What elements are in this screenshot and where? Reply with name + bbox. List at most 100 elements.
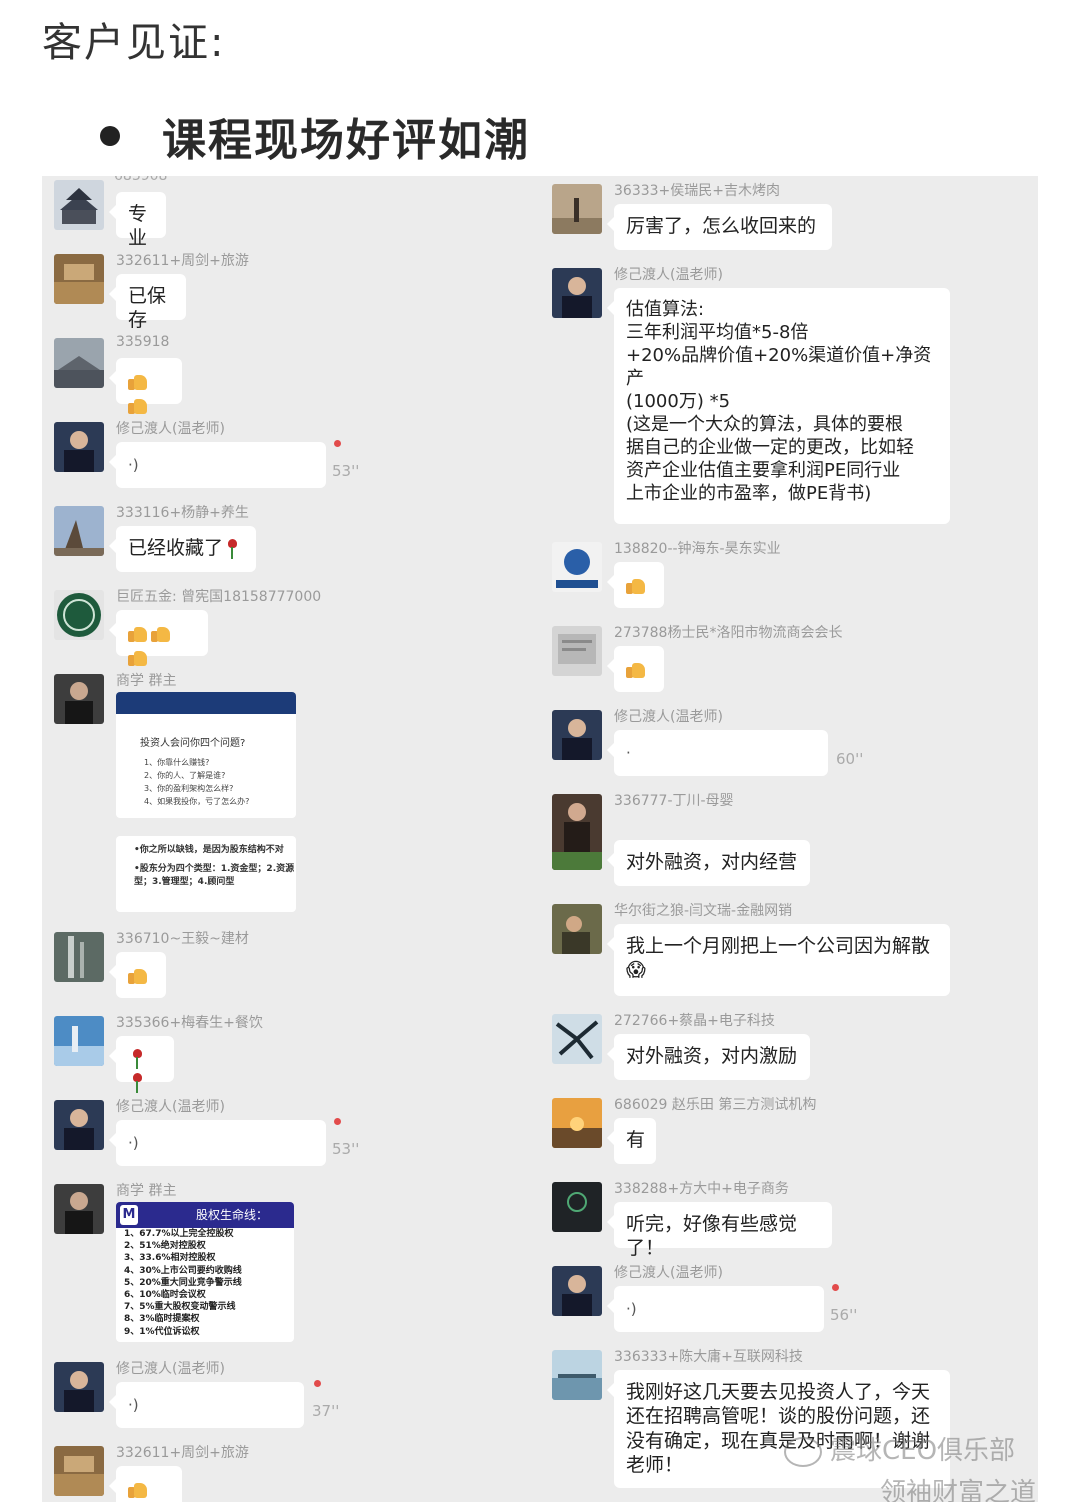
voice-message-bubble[interactable]: · [607, 730, 828, 776]
sender-name: 336710~王毅~建材 [116, 931, 249, 947]
voice-message-bubble[interactable]: ·) [109, 1382, 304, 1428]
message-bubble[interactable] [109, 1466, 182, 1502]
message-text: 对外融资，对内经营 [626, 851, 798, 873]
unread-dot-icon [314, 1380, 321, 1387]
avatar[interactable] [54, 1100, 104, 1150]
message-line: 资产企业估值主要拿利润PE同行业 [626, 460, 901, 482]
sender-name: 138820--钟海东-昊东实业 [614, 541, 781, 557]
message-line: (这是一个大众的算法，具体的要根 [626, 414, 904, 436]
thumbs-up-icon [128, 372, 148, 390]
sender-name: 335366+梅春生+餐饮 [116, 1015, 263, 1031]
message-bubble[interactable] [109, 952, 166, 998]
sender-name: 修己渡人(温老师) [614, 709, 723, 725]
avatar[interactable] [552, 268, 602, 318]
sender-name: 272766+蔡晶+电子科技 [614, 1013, 775, 1029]
message-bubble[interactable] [607, 562, 664, 608]
sender-name: 修己渡人(温老师) [614, 267, 723, 283]
message-line: 三年利润平均值*5-8倍 [626, 322, 809, 344]
message-line: +20%品牌价值+20%渠道价值+净资 [626, 345, 932, 367]
avatar[interactable] [54, 1016, 104, 1066]
avatar[interactable] [552, 710, 602, 760]
message-bubble[interactable] [607, 646, 664, 692]
sender-name: 巨匠五金: 曾宪国18158777000 [116, 589, 322, 605]
voice-wave-icon: ·) [128, 1396, 139, 1414]
image-message-slide[interactable]: •你之所以缺钱，是因为股东结构不对 •股东分为四个类型：1.资金型；2.资源型；… [116, 836, 296, 912]
message-text: 厉害了，怎么收回来的 [626, 215, 817, 237]
voice-message-bubble[interactable]: ·) [109, 442, 326, 488]
message-bubble[interactable]: 已保存 [109, 274, 186, 331]
image-message-slide[interactable]: 投资人会问你四个问题? 1、你靠什么赚钱? 2、你的人、了解是谁? 3、你的盈利… [116, 692, 296, 818]
avatar[interactable] [54, 1362, 104, 1412]
message-bubble[interactable]: 已经收藏了 [109, 526, 256, 572]
message-bubble[interactable] [109, 610, 208, 666]
message-bubble[interactable]: 有 [607, 1118, 656, 1164]
avatar[interactable] [552, 542, 602, 592]
equity-title: 股权生命线： [196, 1208, 269, 1222]
avatar[interactable] [54, 254, 104, 304]
sender-name: 686029 赵乐田 第三方测试机构 [614, 1097, 817, 1113]
bullet-row: 课程现场好评如潮 [100, 104, 530, 168]
slide-item: 1、你靠什么赚钱? [144, 758, 210, 767]
voice-duration: 56'' [830, 1306, 858, 1324]
avatar[interactable] [54, 422, 104, 472]
sender-name: 338288+方大中+电子商务 [614, 1181, 789, 1197]
avatar[interactable] [552, 794, 602, 870]
sender-name: 336333+陈大庸+互联网科技 [614, 1349, 803, 1365]
slide-item: •股东分为四个类型：1.资金型；2.资源型；3.管理型；4.顾问型 [134, 864, 295, 887]
equity-header: M 股权生命线： [116, 1202, 294, 1228]
equity-item: 4、30%上市公司要约收购线 [124, 1265, 242, 1276]
sender-name: 修己渡人(温老师) [116, 1099, 225, 1115]
voice-message-bubble[interactable]: ·) [109, 1120, 326, 1166]
sender-name: 273788杨士民*洛阳市物流商会会长 [614, 625, 843, 641]
equity-item: 1、67.7%以上完全控股权 [124, 1229, 234, 1239]
avatar[interactable] [54, 674, 104, 724]
avatar[interactable] [552, 1182, 602, 1232]
watermark-line1: 震球CEO俱乐部 [784, 1430, 1015, 1467]
avatar[interactable] [552, 184, 602, 234]
avatar[interactable] [54, 506, 104, 556]
unread-dot-icon [334, 440, 341, 447]
avatar[interactable] [54, 180, 104, 230]
watermark-text: 震球CEO俱乐部 [830, 1436, 1016, 1466]
image-message-equity-chart[interactable]: M 股权生命线： 1、67.7%以上完全控股权 2、51%绝对控股权 3、33.… [116, 1202, 294, 1342]
avatar[interactable] [54, 932, 104, 982]
message-bubble[interactable] [109, 1036, 174, 1093]
page-heading: 客户见证: [42, 20, 226, 66]
message-bubble[interactable]: 听完，好像有些感觉了！ [607, 1202, 832, 1259]
sender-name: 336777-丁川-母婴 [614, 793, 734, 809]
rose-icon [227, 538, 238, 559]
avatar[interactable] [552, 626, 602, 676]
message-line: (1000万) *5 [626, 391, 731, 413]
message-bubble[interactable]: 厉害了，怎么收回来的 [607, 204, 832, 250]
message-bubble[interactable]: 估值算法: 三年利润平均值*5-8倍 +20%品牌价值+20%渠道价值+净资 产… [607, 288, 950, 524]
voice-wave-icon: · [626, 744, 631, 762]
equity-item: 5、20%重大同业竞争警示线 [124, 1277, 242, 1288]
slide-title: 投资人会问你四个问题? [140, 738, 246, 749]
equity-item: 8、3%临时提案权 [124, 1314, 200, 1325]
message-bubble[interactable]: 专业 [109, 192, 166, 249]
thumbs-up-icon [128, 966, 148, 984]
message-text: 已保存 [128, 285, 167, 332]
avatar[interactable] [552, 1098, 602, 1148]
avatar[interactable] [552, 1266, 602, 1316]
message-bubble[interactable]: 我刚好这几天要去见投资人了，今天 还在招聘高管呢！谈的股份问题，还 没有确定，现… [607, 1370, 950, 1488]
avatar[interactable] [552, 904, 602, 954]
voice-duration: 60'' [836, 750, 864, 768]
sender-name: 修己渡人(温老师) [614, 1265, 723, 1281]
sender-name: 332611+周剑+旅游 [116, 253, 249, 269]
voice-message-bubble[interactable]: ·) [607, 1286, 824, 1332]
thumbs-up-icon [128, 624, 148, 642]
avatar[interactable] [54, 338, 104, 388]
message-bubble[interactable]: 对外融资，对内激励 [607, 1034, 810, 1080]
avatar[interactable] [54, 1446, 104, 1496]
message-bubble[interactable] [109, 358, 182, 414]
message-line: 我上一个月刚把上一个公司因为解散 [626, 935, 931, 957]
message-bubble[interactable]: 对外融资，对内经营 [607, 840, 810, 886]
avatar[interactable] [552, 1014, 602, 1064]
avatar[interactable] [54, 1184, 104, 1234]
sender-name: 华尔街之狼-闫文瑞-金融网销 [614, 903, 793, 919]
avatar[interactable] [552, 1350, 602, 1400]
slide-header [116, 692, 296, 714]
avatar[interactable] [54, 590, 104, 640]
message-bubble[interactable]: 我上一个月刚把上一个公司因为解散 😱 [607, 924, 950, 996]
